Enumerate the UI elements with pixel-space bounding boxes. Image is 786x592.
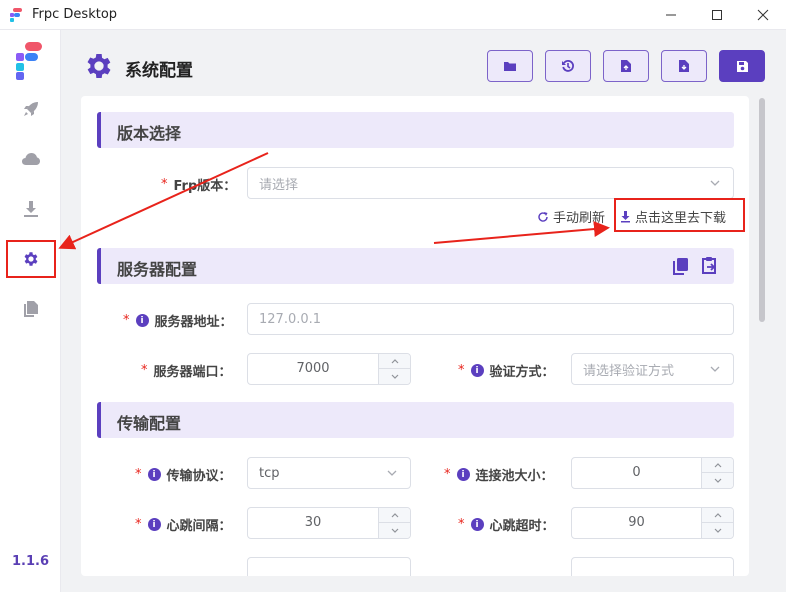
minimize-button[interactable] [648,0,694,30]
auth-method-label: * i 验证方式： [458,363,555,380]
protocol-label: * i 传输协议： [135,467,232,484]
section-server-header: 服务器配置 [97,248,734,284]
file-import-icon [679,60,689,72]
server-address-input[interactable]: 127.0.0.1 [247,303,734,335]
chevron-down-icon [710,366,720,372]
sidebar-item-proxy[interactable] [6,90,56,128]
download-icon [621,210,630,222]
sidebar-item-settings[interactable] [6,240,56,278]
info-icon: i [135,314,149,327]
settings-card: 版本选择 * Frp版本： 请选择 手动刷新 点击这里去下载 服务器配置 * i… [81,96,749,576]
protocol-select[interactable]: tcp [247,457,411,489]
info-icon: i [147,518,161,531]
decrement-button[interactable] [378,369,410,384]
server-address-label: * i 服务器地址： [123,313,233,330]
heartbeat-interval-value[interactable]: 30 [248,508,378,538]
decrement-button[interactable] [378,523,410,538]
decrement-button[interactable] [701,473,733,488]
sidebar-item-server[interactable] [6,140,56,178]
decrement-button[interactable] [701,523,733,538]
server-port-value[interactable]: 7000 [248,354,378,384]
info-icon: i [470,518,484,531]
section-transport-title: 传输配置 [117,414,182,433]
gear-icon [24,252,38,266]
export-config-button[interactable] [603,50,649,82]
rocket-icon [24,102,38,116]
server-port-stepper[interactable]: 7000 [247,353,411,385]
chevron-down-icon [710,180,720,186]
import-config-button[interactable] [661,50,707,82]
section-version-title: 版本选择 [117,124,182,143]
close-button[interactable] [740,0,786,30]
save-button[interactable] [719,50,765,82]
pool-size-value[interactable]: 0 [572,458,701,488]
section-version-header: 版本选择 [97,112,734,148]
auth-method-select[interactable]: 请选择验证方式 [571,353,734,385]
info-icon: i [147,468,161,481]
increment-button[interactable] [378,508,410,523]
open-folder-button[interactable] [487,50,533,82]
increment-button[interactable] [378,354,410,369]
manual-refresh-link[interactable]: 手动刷新 [537,207,605,226]
download-icon [24,201,38,217]
scrollbar[interactable] [757,96,767,576]
section-transport-header: 传输配置 [97,402,734,438]
server-port-label: * 服务器端口： [141,363,232,380]
scrollbar-thumb[interactable] [759,98,765,322]
next-row-field-right[interactable] [571,557,734,576]
increment-button[interactable] [701,458,733,473]
sidebar: 1.1.6 [0,30,61,592]
heartbeat-interval-stepper[interactable]: 30 [247,507,411,539]
frp-version-select[interactable]: 请选择 [247,167,734,199]
heartbeat-timeout-stepper[interactable]: 90 [571,507,734,539]
minimize-icon [666,14,676,16]
cloud-icon [22,153,40,165]
next-row-field-left[interactable] [247,557,411,576]
files-icon [24,301,38,317]
close-icon [757,9,769,21]
maximize-icon [712,10,722,20]
info-icon: i [470,364,484,377]
refresh-icon [538,211,548,222]
chevron-down-icon [387,470,397,476]
save-icon [736,60,748,72]
maximize-button[interactable] [694,0,740,30]
file-export-icon [621,60,631,72]
app-logo-icon [8,7,24,23]
page-title: 系统配置 [125,61,193,81]
app-logo [16,42,44,80]
paste-icon[interactable] [699,256,719,276]
settings-gear-icon [83,50,115,82]
window-title: Frpc Desktop [32,7,118,22]
download-link[interactable]: 点击这里去下载 [620,207,726,226]
section-server-title: 服务器配置 [117,260,198,279]
increment-button[interactable] [701,508,733,523]
history-icon [562,60,574,72]
sidebar-item-download[interactable] [6,190,56,228]
folder-icon [504,62,516,71]
sidebar-item-logs[interactable] [6,290,56,328]
heartbeat-timeout-label: * i 心跳超时： [458,517,555,534]
version-label: 1.1.6 [11,554,49,569]
pool-size-label: * i 连接池大小： [444,467,554,484]
pool-size-stepper[interactable]: 0 [571,457,734,489]
info-icon: i [456,468,470,481]
title-bar: Frpc Desktop [0,0,786,30]
heartbeat-timeout-value[interactable]: 90 [572,508,701,538]
copy-icon[interactable] [671,256,691,276]
heartbeat-interval-label: * i 心跳间隔： [135,517,232,534]
frp-version-label: * Frp版本： [161,177,237,194]
page-header: 系统配置 [61,30,786,98]
reset-button[interactable] [545,50,591,82]
